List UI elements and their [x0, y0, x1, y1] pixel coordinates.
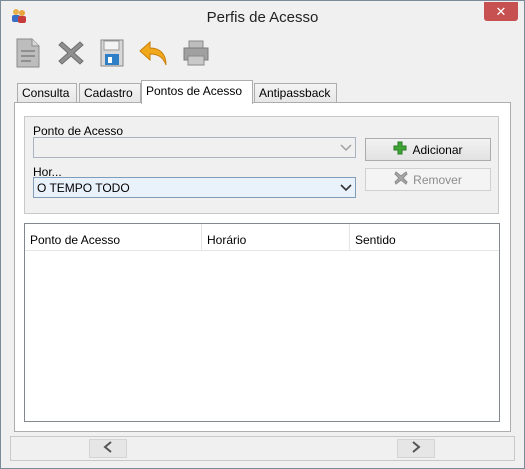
tab-consulta[interactable]: Consulta	[17, 83, 77, 103]
tab-panel-pontos-de-acesso: Ponto de Acesso Hor... O TEMPO TODO Adic…	[14, 102, 511, 432]
horario-select[interactable]: O TEMPO TODO	[33, 177, 356, 198]
chevron-down-icon	[340, 141, 352, 153]
undo-button[interactable]	[137, 36, 171, 72]
scroll-left-button[interactable]	[89, 439, 127, 458]
add-button[interactable]: Adicionar	[365, 138, 491, 161]
ponto-de-acesso-label: Ponto de Acesso	[33, 124, 124, 138]
title-bar: Perfis de Acesso ✕	[1, 1, 524, 31]
save-button[interactable]	[95, 36, 129, 72]
tab-antipassback[interactable]: Antipassback	[254, 83, 337, 103]
chevron-left-icon	[103, 441, 113, 456]
print-button[interactable]	[179, 36, 213, 72]
app-window: Perfis de Acesso ✕ Consulta Cadastro Pon…	[0, 0, 525, 469]
tab-cadastro[interactable]: Cadastro	[79, 83, 141, 103]
new-document-button[interactable]	[11, 36, 45, 72]
delete-x-icon	[57, 39, 85, 70]
close-icon: ✕	[495, 3, 507, 19]
remove-button-label: Remover	[413, 172, 462, 187]
grid-header: Ponto de Acesso Horário Sentido	[25, 224, 499, 251]
column-header-sentido[interactable]: Sentido	[350, 224, 499, 251]
undo-arrow-icon	[138, 38, 170, 71]
ponto-de-acesso-select[interactable]	[33, 137, 356, 158]
window-title: Perfis de Acesso	[206, 9, 319, 26]
chevron-down-icon	[340, 181, 352, 193]
record-navigation-bar	[10, 436, 515, 461]
tab-pontos-de-acesso[interactable]: Pontos de Acesso	[141, 80, 253, 104]
column-header-horario[interactable]: Horário	[202, 224, 350, 251]
document-icon	[15, 37, 41, 72]
toolbar	[9, 35, 515, 75]
access-point-form: Ponto de Acesso Hor... O TEMPO TODO Adic…	[24, 116, 499, 214]
horario-value: O TEMPO TODO	[37, 181, 130, 195]
plus-icon	[393, 141, 407, 158]
print-icon	[181, 39, 211, 70]
horizontal-scroll[interactable]	[89, 439, 435, 458]
remove-button[interactable]: Remover	[365, 168, 491, 191]
chevron-right-icon	[411, 441, 421, 456]
tab-strip: Consulta Cadastro Pontos de Acesso Antip…	[17, 80, 507, 104]
close-button[interactable]: ✕	[484, 2, 518, 21]
scroll-right-button[interactable]	[397, 439, 435, 458]
column-header-ponto-de-acesso[interactable]: Ponto de Acesso	[25, 224, 202, 251]
add-button-label: Adicionar	[412, 142, 463, 157]
delete-button[interactable]	[54, 36, 88, 72]
save-floppy-icon	[99, 38, 125, 71]
remove-x-icon	[394, 171, 408, 188]
access-points-grid[interactable]: Ponto de Acesso Horário Sentido	[24, 223, 500, 422]
